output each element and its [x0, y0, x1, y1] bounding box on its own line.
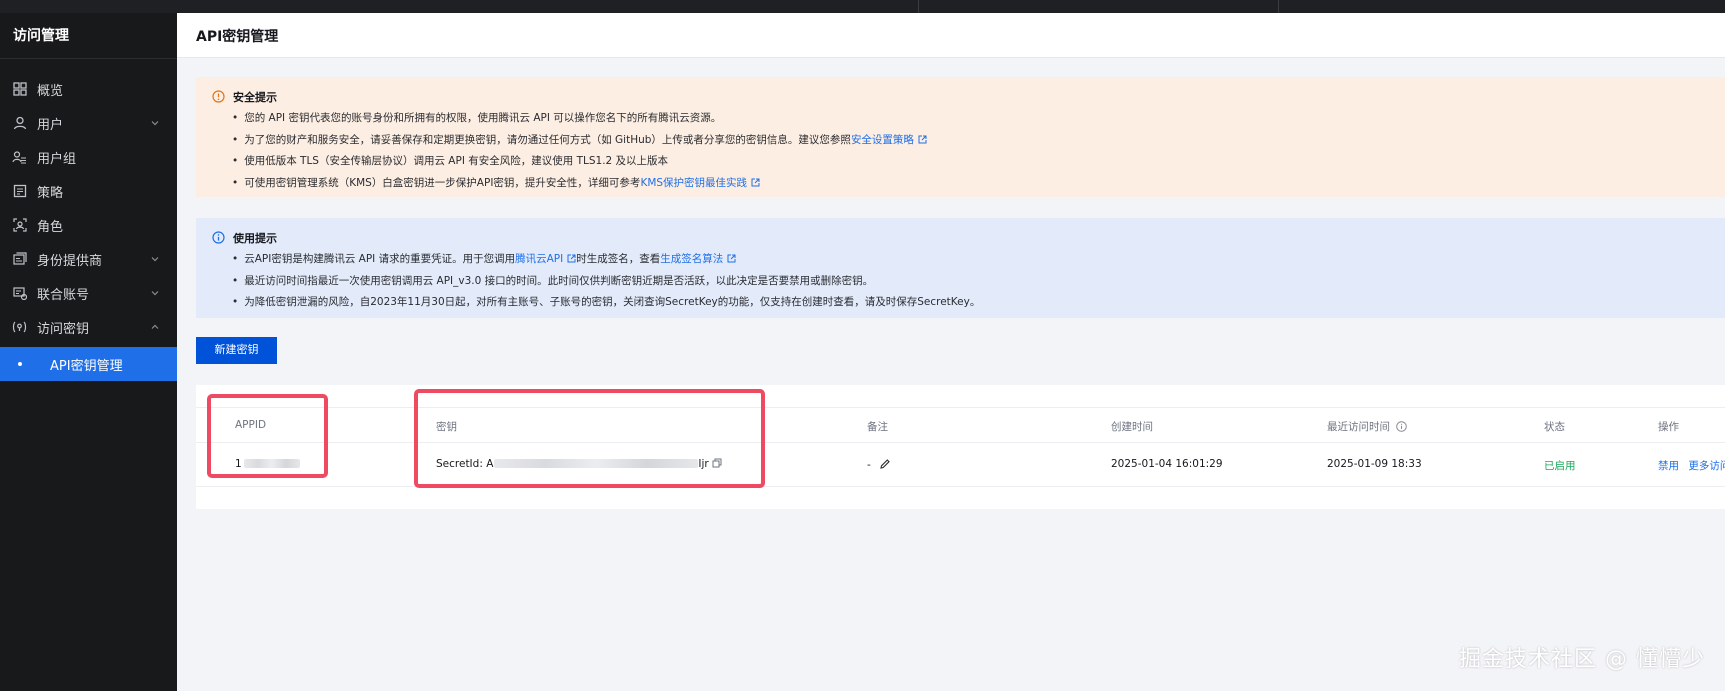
warning-icon	[212, 90, 225, 103]
chevron-down-icon	[151, 121, 159, 126]
security-notice-title: 安全提示	[233, 90, 277, 104]
external-link-icon	[567, 254, 576, 263]
identity-provider-icon	[12, 252, 27, 267]
external-link-icon	[918, 135, 927, 143]
sidebar-item-access-keys[interactable]: 访问密钥	[0, 310, 177, 344]
last-access-cell: 2025-01-09 18:33	[1327, 458, 1422, 470]
sidebar-item-label: 用户组	[37, 151, 77, 167]
column-header-last-access: 最近访问时间	[1327, 419, 1408, 434]
top-bar	[0, 0, 1725, 13]
sidebar-item-roles[interactable]: 角色	[0, 208, 177, 242]
sidebar-item-identity-providers[interactable]: 身份提供商	[0, 242, 177, 276]
sidebar-item-overview[interactable]: 概览	[0, 72, 177, 106]
usage-notice-list: 云API密钥是构建腾讯云 API 请求的重要凭证。用于您调用腾讯云API时生成签…	[232, 249, 1725, 314]
federated-account-icon	[12, 286, 27, 301]
list-item: 可使用密钥管理系统（KMS）白盒密钥进一步保护API密钥，提升安全性，详细可参考…	[232, 173, 1725, 195]
highlight-box-appid	[207, 394, 328, 478]
sidebar: 访问管理 概览 用户 用户组 策略 角色 身份提供商 联合账号 访问密钥 API…	[0, 13, 177, 691]
usage-notice-title: 使用提示	[233, 231, 277, 245]
column-header-note: 备注	[867, 421, 888, 433]
sidebar-title: 访问管理	[0, 13, 177, 59]
sidebar-item-label: 角色	[37, 219, 64, 235]
main-content: API密钥管理 安全提示 您的 API 密钥代表您的账号身份和所拥有的权限，使用…	[177, 13, 1725, 691]
column-header-status: 状态	[1544, 421, 1565, 433]
chevron-down-icon	[151, 257, 159, 262]
edit-pencil-icon[interactable]	[879, 458, 891, 470]
status-badge: 已启用	[1544, 460, 1576, 472]
external-link-icon	[751, 178, 760, 186]
role-icon	[12, 218, 27, 233]
usage-notice: 使用提示 云API密钥是构建腾讯云 API 请求的重要凭证。用于您调用腾讯云AP…	[196, 218, 1725, 318]
user-icon	[12, 116, 27, 131]
top-bar-divider	[918, 0, 919, 13]
list-item: 云API密钥是构建腾讯云 API 请求的重要凭证。用于您调用腾讯云API时生成签…	[232, 249, 1725, 271]
sidebar-item-label: API密钥管理	[50, 358, 123, 374]
sidebar-item-label: 用户	[37, 117, 64, 133]
sidebar-item-label: 联合账号	[37, 287, 90, 303]
actions-cell: 禁用 更多访问	[1658, 458, 1725, 473]
chevron-down-icon	[151, 291, 159, 296]
info-icon[interactable]	[1396, 421, 1408, 432]
page-title: API密钥管理	[196, 29, 279, 45]
new-key-button[interactable]: 新建密钥	[196, 337, 277, 364]
list-item: 使用低版本 TLS（安全传输层协议）调用云 API 有安全风险，建议使用 TLS…	[232, 151, 1725, 173]
sidebar-item-federated-accounts[interactable]: 联合账号	[0, 276, 177, 310]
tencent-cloud-api-link[interactable]: 腾讯云API	[515, 253, 563, 265]
more-access-button[interactable]: 更多访问	[1688, 460, 1725, 472]
security-policy-link[interactable]: 安全设置策略	[851, 134, 914, 146]
access-key-icon	[12, 320, 27, 335]
column-header-created: 创建时间	[1111, 421, 1153, 433]
list-item: 最近访问时间指最近一次使用密钥调用云 API_v3.0 接口的时间。此时间仅供判…	[232, 271, 1725, 293]
sidebar-item-label: 概览	[37, 83, 64, 99]
column-header-actions: 操作	[1658, 421, 1679, 433]
created-time-cell: 2025-01-04 16:01:29	[1111, 458, 1223, 470]
chevron-up-icon	[151, 324, 159, 329]
security-notice: 安全提示 您的 API 密钥代表您的账号身份和所拥有的权限，使用腾讯云 API …	[196, 77, 1725, 197]
info-icon	[212, 231, 225, 244]
sidebar-item-label: 策略	[37, 185, 64, 201]
security-notice-list: 您的 API 密钥代表您的账号身份和所拥有的权限，使用腾讯云 API 可以操作您…	[232, 108, 1725, 194]
list-item: 您的 API 密钥代表您的账号身份和所拥有的权限，使用腾讯云 API 可以操作您…	[232, 108, 1725, 130]
disable-button[interactable]: 禁用	[1658, 460, 1679, 472]
top-bar-divider	[1278, 0, 1279, 13]
page-header: API密钥管理	[177, 13, 1725, 58]
watermark: 掘金技术社区 @ 懂懵少	[1459, 647, 1705, 672]
policy-icon	[12, 184, 27, 199]
kms-best-practice-link[interactable]: KMS保护密钥最佳实践	[640, 177, 747, 189]
active-dot	[18, 362, 22, 366]
sidebar-item-api-key-management[interactable]: API密钥管理	[0, 347, 177, 381]
highlight-box-secret	[414, 389, 765, 488]
sidebar-item-label: 访问密钥	[37, 321, 90, 337]
external-link-icon	[727, 254, 736, 263]
sidebar-item-users[interactable]: 用户	[0, 106, 177, 140]
sidebar-item-label: 身份提供商	[37, 253, 103, 269]
dashboard-icon	[12, 82, 27, 97]
list-item: 为了您的财产和服务安全，请妥善保存和定期更换密钥，请勿通过任何方式（如 GitH…	[232, 130, 1725, 152]
sidebar-item-user-groups[interactable]: 用户组	[0, 140, 177, 174]
sidebar-item-policies[interactable]: 策略	[0, 174, 177, 208]
user-group-icon	[12, 150, 27, 165]
note-cell: -	[867, 458, 891, 471]
list-item: 为降低密钥泄漏的风险，自2023年11月30日起，对所有主账号、子账号的密钥，关…	[232, 292, 1725, 314]
signature-algorithm-link[interactable]: 生成签名算法	[660, 253, 723, 265]
